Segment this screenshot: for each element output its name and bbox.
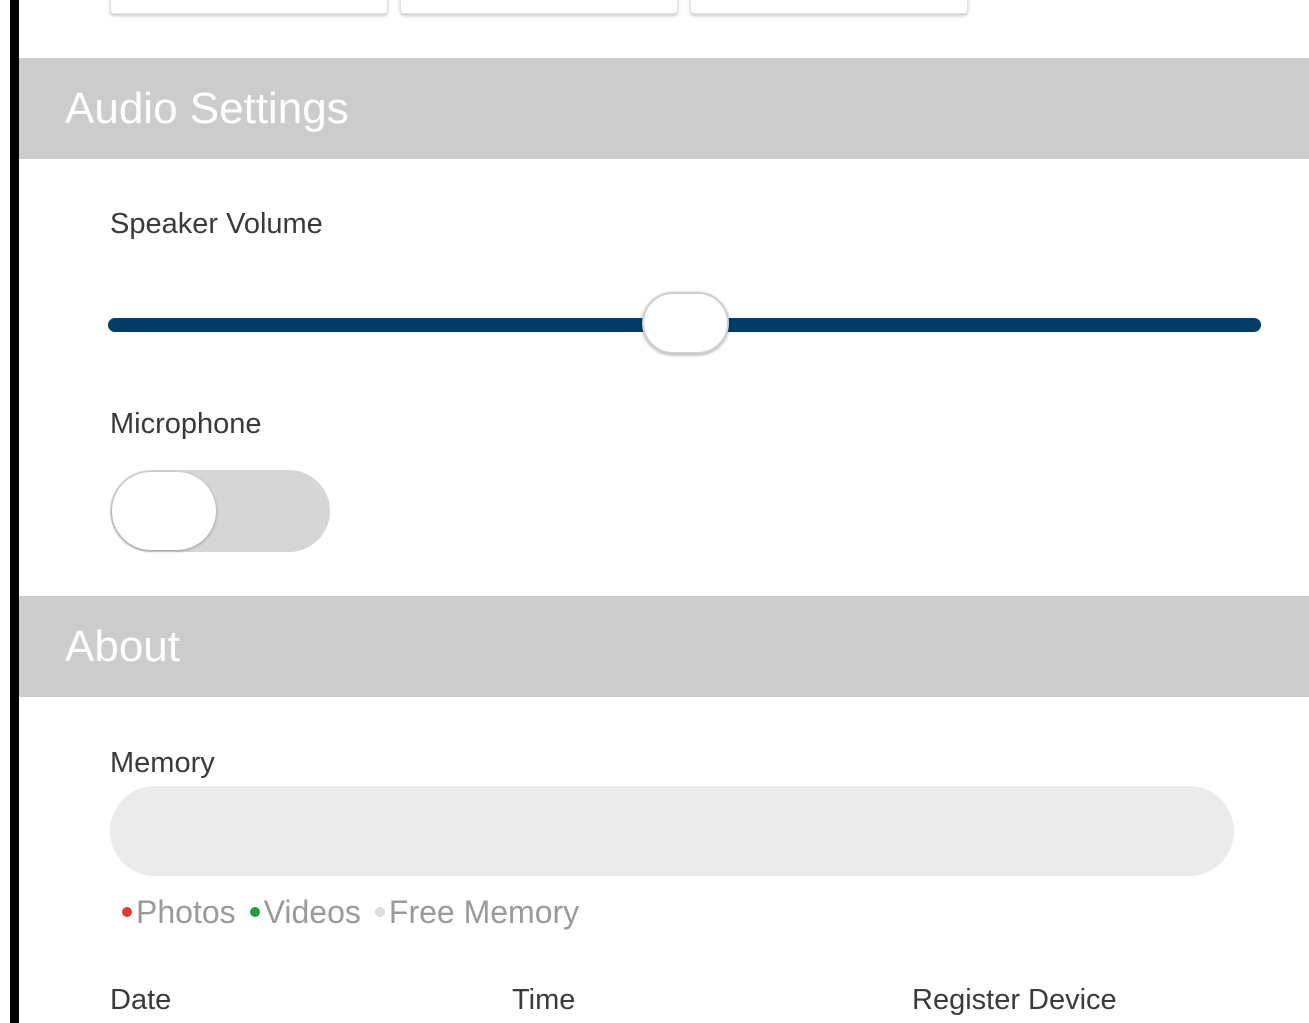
column-header-date: Date: [110, 984, 172, 1016]
memory-label: Memory: [110, 747, 215, 779]
speaker-volume-label: Speaker Volume: [110, 208, 323, 240]
speaker-volume-slider[interactable]: [108, 290, 1261, 360]
top-button-2[interactable]: [400, 0, 678, 14]
legend-free-memory: Free Memory: [374, 894, 580, 930]
top-button-3[interactable]: [690, 0, 968, 14]
microphone-toggle[interactable]: [110, 470, 330, 552]
audio-settings-title: Audio Settings: [65, 83, 349, 133]
column-header-register-device: Register Device: [912, 984, 1117, 1016]
about-title: About: [65, 621, 180, 671]
slider-thumb[interactable]: [641, 292, 729, 354]
memory-usage-bar: [110, 786, 1234, 876]
microphone-label: Microphone: [110, 408, 262, 440]
memory-legend: Photos Videos Free Memory: [122, 896, 593, 928]
toggle-knob[interactable]: [112, 472, 216, 550]
left-border: [10, 0, 19, 1023]
about-header: About: [19, 596, 1309, 697]
audio-settings-header: Audio Settings: [19, 58, 1309, 159]
legend-photos: Photos: [122, 896, 236, 928]
free-memory-dot-icon: [374, 907, 385, 917]
legend-photos-label: Photos: [136, 894, 236, 930]
top-button-row: [110, 0, 968, 14]
legend-free-memory-label: Free Memory: [388, 894, 580, 930]
photos-dot-icon: [122, 907, 132, 917]
settings-page: Audio Settings Speaker Volume Microphone…: [0, 0, 1309, 1023]
legend-videos: Videos: [249, 894, 361, 930]
legend-videos-label: Videos: [263, 894, 361, 930]
column-header-time: Time: [512, 984, 576, 1016]
videos-dot-icon: [249, 907, 260, 917]
top-button-1[interactable]: [110, 0, 388, 14]
